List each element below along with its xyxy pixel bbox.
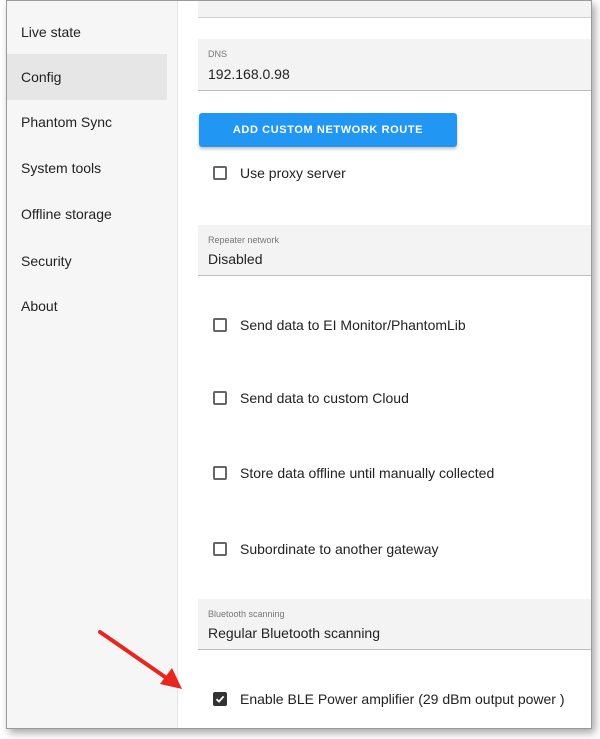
checkbox-icon	[213, 318, 227, 332]
sidebar-item-label: Live state	[21, 24, 81, 40]
repeater-network-select[interactable]: Repeater network Disabled	[198, 225, 591, 276]
dns-field[interactable]: DNS 192.168.0.98	[198, 39, 591, 91]
store-offline-checkbox[interactable]: Store data offline until manually collec…	[213, 465, 494, 481]
send-custom-cloud-checkbox[interactable]: Send data to custom Cloud	[213, 390, 409, 406]
sidebar-item-label: Phantom Sync	[21, 114, 113, 130]
store-offline-label: Store data offline until manually collec…	[240, 465, 495, 481]
sidebar-item-security[interactable]: Security	[7, 238, 167, 284]
bluetooth-scanning-value: Regular Bluetooth scanning	[208, 625, 381, 641]
subordinate-checkbox[interactable]: Subordinate to another gateway	[213, 541, 438, 557]
sidebar: Live state Config Phantom Sync System to…	[7, 1, 178, 728]
dns-field-value: 192.168.0.98	[208, 66, 290, 82]
checkbox-icon	[213, 166, 227, 180]
send-ei-monitor-checkbox[interactable]: Send data to EI Monitor/PhantomLib	[213, 317, 466, 333]
previous-field[interactable]	[198, 1, 591, 18]
use-proxy-label: Use proxy server	[240, 165, 346, 181]
sidebar-item-config[interactable]: Config	[7, 54, 167, 100]
bluetooth-scanning-select[interactable]: Bluetooth scanning Regular Bluetooth sca…	[198, 599, 591, 650]
sidebar-item-label: Security	[21, 253, 72, 269]
sidebar-item-system-tools[interactable]: System tools	[7, 145, 167, 191]
checkbox-icon	[213, 466, 227, 480]
repeater-network-label: Repeater network	[208, 235, 280, 245]
send-ei-monitor-label: Send data to EI Monitor/PhantomLib	[240, 317, 466, 333]
sidebar-item-live-state[interactable]: Live state	[7, 9, 167, 55]
sidebar-item-label: Offline storage	[21, 206, 112, 222]
ble-power-amp-checkbox[interactable]: Enable BLE Power amplifier (29 dBm outpu…	[213, 691, 565, 707]
checkbox-icon	[213, 391, 227, 405]
sidebar-item-label: System tools	[21, 160, 102, 176]
sidebar-item-phantom-sync[interactable]: Phantom Sync	[7, 99, 167, 145]
send-custom-cloud-label: Send data to custom Cloud	[240, 390, 409, 406]
sidebar-item-label: About	[21, 298, 58, 314]
bluetooth-scanning-label: Bluetooth scanning	[208, 609, 285, 619]
use-proxy-checkbox[interactable]: Use proxy server	[213, 165, 346, 181]
sidebar-item-label: Config	[21, 69, 62, 85]
repeater-network-value: Disabled	[208, 251, 263, 267]
subordinate-label: Subordinate to another gateway	[240, 541, 439, 557]
config-panel: DNS 192.168.0.98 ADD CUSTOM NETWORK ROUT…	[178, 1, 591, 728]
ble-power-amp-label: Enable BLE Power amplifier (29 dBm outpu…	[240, 691, 565, 707]
dns-field-label: DNS	[208, 49, 228, 59]
sidebar-item-about[interactable]: About	[7, 283, 167, 329]
checkmark-icon	[213, 692, 227, 706]
add-custom-network-route-button[interactable]: ADD CUSTOM NETWORK ROUTE	[199, 113, 457, 147]
app-window: Live state Config Phantom Sync System to…	[6, 0, 592, 729]
checkbox-icon	[213, 542, 227, 556]
sidebar-item-offline-storage[interactable]: Offline storage	[7, 191, 167, 237]
